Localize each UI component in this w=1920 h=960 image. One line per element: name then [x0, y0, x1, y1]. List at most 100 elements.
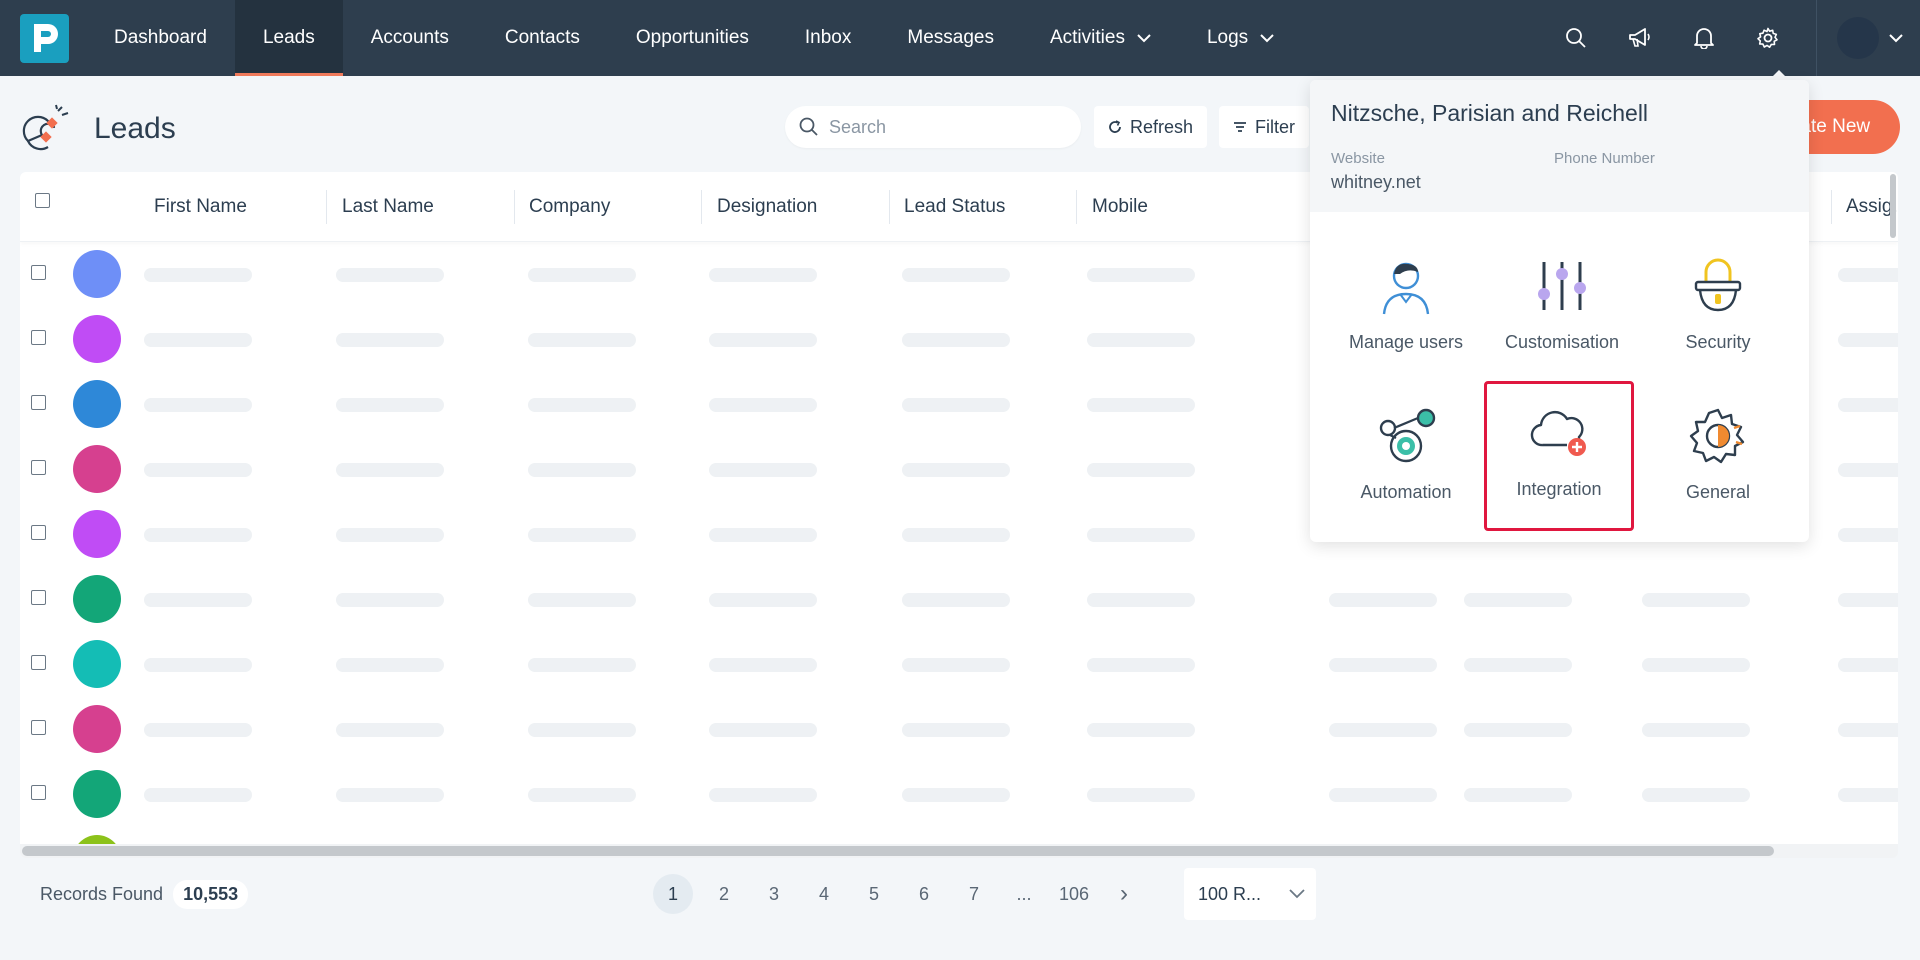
row-checkbox[interactable]: [31, 655, 46, 670]
nav-dashboard-label: Dashboard: [114, 27, 207, 48]
lock-icon: [1686, 254, 1750, 318]
skeleton-cell: [902, 463, 1010, 477]
horizontal-scrollbar[interactable]: [20, 844, 1898, 858]
automation-icon: [1374, 404, 1438, 468]
pagination: 1 2 3 4 5 6 7 ... 106 ›: [653, 874, 1133, 914]
select-all-checkbox[interactable]: [35, 193, 50, 208]
skeleton-cell: [1838, 528, 1898, 542]
rows-per-page-select[interactable]: 100 R...: [1184, 868, 1316, 920]
table-row[interactable]: [20, 567, 1898, 632]
nav-inbox[interactable]: Inbox: [777, 0, 879, 76]
search-field[interactable]: [785, 106, 1081, 148]
nav-accounts-label: Accounts: [370, 27, 449, 48]
search-button[interactable]: [1544, 0, 1608, 76]
user-icon: [1374, 254, 1438, 318]
row-checkbox[interactable]: [31, 265, 46, 280]
automation-tile[interactable]: Automation: [1331, 384, 1481, 534]
gear-icon: [1757, 27, 1778, 48]
skeleton-cell: [144, 528, 252, 542]
column-header-last-name[interactable]: Last Name: [328, 172, 434, 242]
tile-label: Automation: [1360, 482, 1452, 502]
table-row[interactable]: [20, 762, 1898, 827]
organization-info: Nitzsche, Parisian and Reichell Website …: [1310, 80, 1809, 212]
security-tile[interactable]: Security: [1643, 234, 1793, 384]
main-nav: Dashboard Leads Accounts Contacts Opport…: [86, 0, 1302, 76]
nav-right-tools: [1544, 0, 1920, 76]
app-logo[interactable]: [20, 13, 69, 63]
column-header-mobile[interactable]: Mobile: [1078, 172, 1148, 242]
records-count-badge: 10,553: [173, 879, 249, 909]
column-header-first-name[interactable]: First Name: [140, 172, 247, 242]
page-button-6[interactable]: 6: [904, 874, 944, 914]
column-header-company[interactable]: Company: [515, 172, 610, 242]
refresh-label: Refresh: [1130, 116, 1194, 137]
nav-activities-label: Activities: [1049, 27, 1125, 48]
announcements-button[interactable]: [1608, 0, 1672, 76]
skeleton-cell: [144, 268, 252, 282]
general-tile[interactable]: General: [1643, 384, 1793, 534]
page-button-4[interactable]: 4: [804, 874, 844, 914]
notifications-button[interactable]: [1672, 0, 1736, 76]
skeleton-cell: [902, 723, 1010, 737]
chevron-down-icon: [1260, 33, 1274, 43]
row-checkbox[interactable]: [31, 525, 46, 540]
next-page-button[interactable]: ›: [1104, 874, 1144, 914]
column-header-assigned[interactable]: Assig...: [1832, 172, 1898, 242]
nav-contacts-label: Contacts: [504, 27, 580, 48]
skeleton-cell: [528, 463, 636, 477]
avatar: [73, 445, 121, 493]
skeleton-cell: [709, 333, 817, 347]
nav-contacts[interactable]: Contacts: [477, 0, 608, 76]
column-divider: [1076, 190, 1077, 224]
avatar: [73, 640, 121, 688]
table-row[interactable]: [20, 697, 1898, 762]
records-summary: Records Found 10,553: [40, 878, 249, 910]
row-checkbox[interactable]: [31, 330, 46, 345]
column-divider: [701, 190, 702, 224]
page-button-2[interactable]: 2: [704, 874, 744, 914]
row-checkbox[interactable]: [31, 460, 46, 475]
settings-panel-caret: [1769, 70, 1789, 80]
page-header: Leads: [18, 100, 176, 158]
filter-button[interactable]: Filter: [1219, 106, 1309, 148]
nav-accounts[interactable]: Accounts: [343, 0, 477, 76]
customisation-tile[interactable]: Customisation: [1487, 234, 1637, 384]
tile-label: Customisation: [1504, 332, 1620, 352]
nav-dashboard[interactable]: Dashboard: [86, 0, 235, 76]
row-checkbox[interactable]: [31, 590, 46, 605]
manage-users-tile[interactable]: Manage users: [1331, 234, 1481, 384]
search-input[interactable]: [829, 116, 1049, 138]
page-button-last[interactable]: 106: [1054, 874, 1094, 914]
page-button-5[interactable]: 5: [854, 874, 894, 914]
skeleton-cell: [528, 528, 636, 542]
vertical-scrollbar[interactable]: [1890, 174, 1896, 238]
page-button-7[interactable]: 7: [954, 874, 994, 914]
nav-messages[interactable]: Messages: [879, 0, 1022, 76]
nav-opportunities[interactable]: Opportunities: [608, 0, 777, 76]
chevron-down-icon: [1137, 33, 1151, 43]
column-header-lead-status[interactable]: Lead Status: [890, 172, 1005, 242]
skeleton-cell: [902, 398, 1010, 412]
settings-button[interactable]: [1736, 0, 1800, 76]
row-checkbox[interactable]: [31, 720, 46, 735]
bell-icon: [1694, 28, 1714, 49]
column-header-designation[interactable]: Designation: [703, 172, 817, 242]
nav-logs[interactable]: Logs: [1179, 0, 1302, 76]
row-checkbox[interactable]: [31, 785, 46, 800]
row-checkbox[interactable]: [31, 395, 46, 410]
avatar: [73, 575, 121, 623]
page-button-1[interactable]: 1: [653, 874, 693, 914]
user-menu[interactable]: [1816, 0, 1920, 76]
horizontal-scrollbar-thumb[interactable]: [22, 846, 1774, 856]
nav-activities[interactable]: Activities: [1022, 0, 1179, 76]
page-button-3[interactable]: 3: [754, 874, 794, 914]
nav-leads[interactable]: Leads: [234, 0, 343, 76]
integration-tile[interactable]: Integration: [1484, 381, 1634, 531]
settings-panel: Nitzsche, Parisian and Reichell Website …: [1310, 80, 1809, 542]
skeleton-cell: [144, 398, 252, 412]
skeleton-cell: [144, 463, 252, 477]
refresh-button[interactable]: Refresh: [1094, 106, 1208, 148]
avatar: [73, 380, 121, 428]
tile-label: Manage users: [1348, 332, 1464, 352]
table-row[interactable]: [20, 632, 1898, 697]
